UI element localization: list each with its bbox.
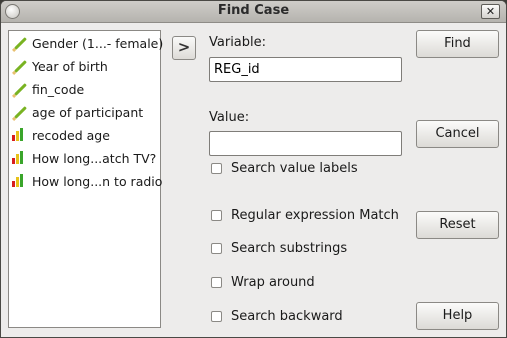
cancel-button[interactable]: Cancel bbox=[416, 120, 499, 148]
list-item[interactable]: How long...atch TV? bbox=[12, 148, 158, 168]
list-item[interactable]: fin_code bbox=[12, 79, 158, 99]
value-label: Value: bbox=[209, 110, 250, 125]
list-item[interactable]: How long...n to radio bbox=[12, 171, 162, 191]
help-button[interactable]: Help bbox=[416, 302, 499, 330]
scale-icon bbox=[12, 105, 27, 119]
title-bar: Find Case ✕ bbox=[1, 1, 506, 23]
scale-icon bbox=[12, 82, 27, 96]
ordinal-icon bbox=[12, 151, 26, 165]
variable-label: Variable: bbox=[209, 35, 267, 50]
list-item[interactable]: age of participant bbox=[12, 102, 158, 122]
variable-field[interactable] bbox=[209, 57, 402, 82]
find-case-dialog: Find Case ✕ Gender (1...- female) Year o… bbox=[0, 0, 507, 338]
list-item[interactable]: Gender (1...- female) bbox=[12, 33, 163, 53]
value-field[interactable] bbox=[209, 131, 402, 156]
wrap-around-checkbox[interactable]: Wrap around bbox=[211, 273, 315, 291]
scale-icon bbox=[12, 36, 27, 50]
close-icon[interactable]: ✕ bbox=[481, 4, 500, 19]
regex-checkbox[interactable]: Regular expression Match bbox=[211, 206, 399, 224]
variable-list[interactable]: Gender (1...- female) Year of birth fin_… bbox=[8, 30, 163, 328]
substrings-checkbox[interactable]: Search substrings bbox=[211, 239, 347, 257]
ordinal-icon bbox=[12, 128, 26, 142]
list-item[interactable]: recoded age bbox=[12, 125, 158, 145]
search-value-labels-checkbox[interactable]: Search value labels bbox=[211, 159, 358, 177]
scale-icon bbox=[12, 59, 27, 73]
reset-button[interactable]: Reset bbox=[416, 211, 499, 239]
list-item[interactable]: Year of birth bbox=[12, 56, 158, 76]
transfer-button[interactable]: > bbox=[172, 36, 196, 60]
search-backward-checkbox[interactable]: Search backward bbox=[211, 307, 343, 325]
find-button[interactable]: Find bbox=[416, 30, 499, 58]
window-title: Find Case bbox=[217, 3, 290, 18]
ordinal-icon bbox=[12, 174, 26, 188]
